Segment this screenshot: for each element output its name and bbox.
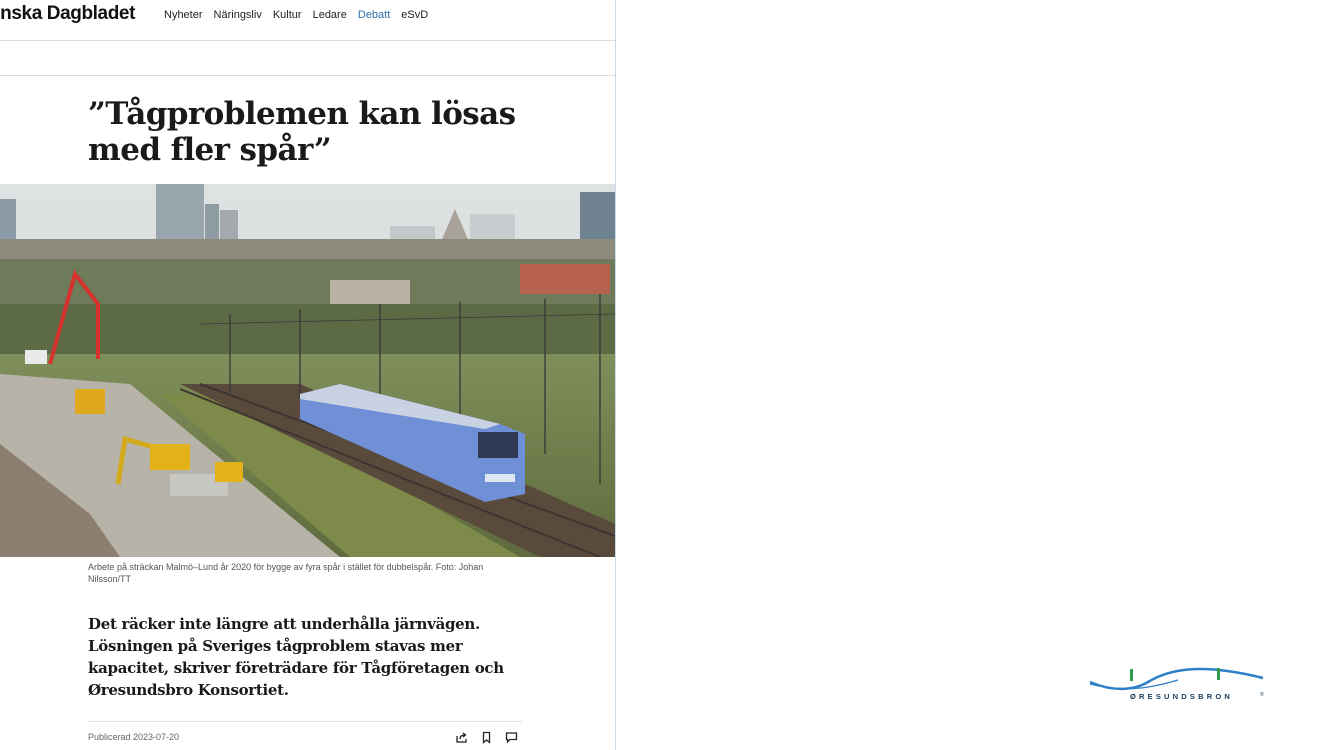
logo-wordmark: ØRESUNDSBRON [1130,692,1233,701]
section-bar: tt [0,41,615,76]
published-date: Publicerad 2023-07-20 [88,732,180,742]
main-nav: Nyheter Näringsliv Kultur Ledare Debatt … [164,9,428,21]
bookmark-icon [482,731,491,744]
nav-item-naringsliv[interactable]: Näringsliv [214,9,262,21]
photo-caption: Arbete på sträckan Malmö–Lund år 2020 fö… [88,562,484,584]
comment-icon [505,732,518,744]
nav-item-kultur[interactable]: Kultur [273,9,302,21]
nav-item-esvd[interactable]: eSvD [401,9,428,21]
article-pane: enska Dagbladet Nyheter Näringsliv Kultu… [0,0,616,750]
article-photo [0,184,615,557]
share-button[interactable] [453,729,470,746]
article-tools [453,729,520,746]
logo-registered-mark: ® [1260,691,1264,698]
comment-button[interactable] [503,729,520,746]
article-ingress: Det räcker inte längre att underhålla jä… [88,615,504,699]
article-headline: ”Tågproblemen kan lösas med fler spår” [88,96,516,168]
meta-divider [88,721,522,722]
nav-item-ledare[interactable]: Ledare [313,9,347,21]
nav-item-debatt[interactable]: Debatt [358,9,390,21]
site-logo[interactable]: enska Dagbladet [0,3,135,25]
oresundsbron-logo[interactable]: ØRESUNDSBRON ® [1088,664,1268,704]
site-header: enska Dagbladet Nyheter Näringsliv Kultu… [0,0,615,41]
share-icon [456,732,467,743]
nav-item-nyheter[interactable]: Nyheter [164,9,203,21]
bookmark-button[interactable] [478,729,495,746]
